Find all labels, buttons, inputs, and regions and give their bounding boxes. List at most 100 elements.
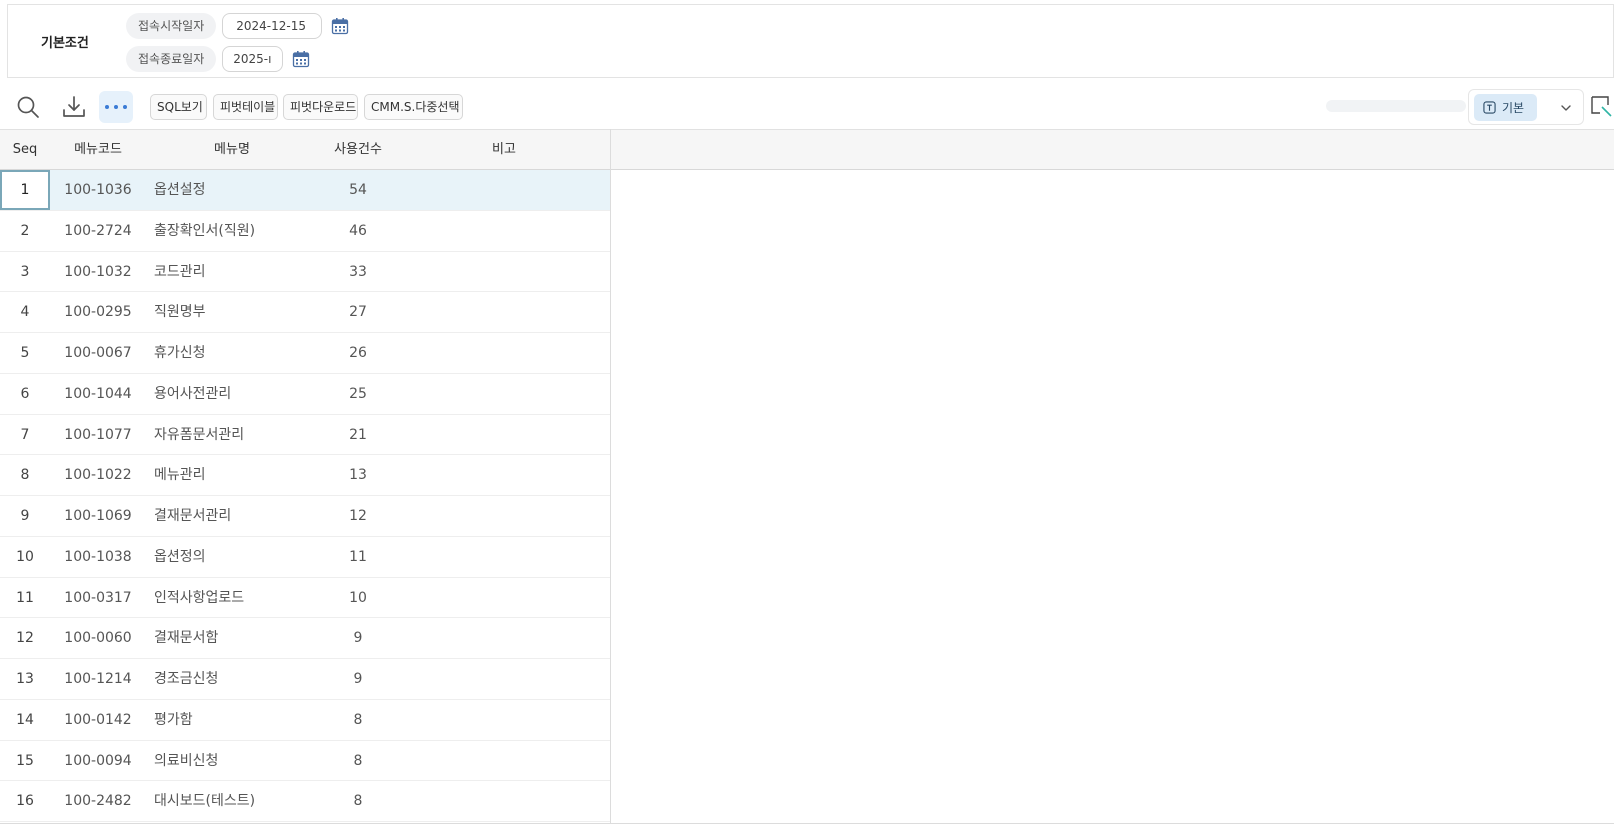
table-row[interactable]: 10 100-1038 옵션정의 11 [0,537,610,578]
cell-seq[interactable]: 16 [0,781,50,821]
cell-usage-count[interactable]: 9 [318,618,398,658]
cell-remarks[interactable] [398,496,610,536]
cell-menu-name[interactable]: 용어사전관리 [146,374,318,414]
table-row[interactable]: 5 100-0067 휴가신청 26 [0,333,610,374]
cell-menu-code[interactable]: 100-1038 [50,537,146,577]
select-area-icon[interactable] [1590,95,1612,117]
cell-usage-count[interactable]: 46 [318,211,398,251]
cell-menu-code[interactable]: 100-1069 [50,496,146,536]
cell-menu-code[interactable]: 100-0067 [50,333,146,373]
cell-menu-name[interactable]: 출장확인서(직원) [146,211,318,251]
cell-menu-name[interactable]: 메뉴관리 [146,455,318,495]
cell-seq[interactable]: 4 [0,292,50,332]
chevron-down-icon[interactable] [1559,101,1573,115]
cell-remarks[interactable] [398,659,610,699]
cell-menu-name[interactable]: 결재문서함 [146,618,318,658]
column-header-menu-name[interactable]: 메뉴명 [146,130,318,170]
cell-menu-code[interactable]: 100-0295 [50,292,146,332]
cell-menu-name[interactable]: 평가함 [146,700,318,740]
calendar-icon[interactable] [292,50,310,68]
column-header-seq[interactable]: Seq [0,130,50,170]
end-date-input[interactable]: 2025-ı [222,46,284,72]
cell-seq[interactable]: 9 [0,496,50,536]
sql-view-button[interactable]: SQL보기 [150,94,207,120]
cell-usage-count[interactable]: 26 [318,333,398,373]
cell-remarks[interactable] [398,252,610,292]
cell-menu-name[interactable]: 자유폼문서관리 [146,415,318,455]
cell-remarks[interactable] [398,211,610,251]
calendar-icon[interactable] [331,17,349,35]
cell-remarks[interactable] [398,618,610,658]
cell-remarks[interactable] [398,741,610,781]
cell-menu-code[interactable]: 100-1022 [50,455,146,495]
table-row[interactable]: 7 100-1077 자유폼문서관리 21 [0,415,610,456]
table-row[interactable]: 6 100-1044 용어사전관리 25 [0,374,610,415]
view-mode-select[interactable]: 기본 [1468,89,1584,125]
cell-remarks[interactable] [398,455,610,495]
cell-remarks[interactable] [398,578,610,618]
cell-usage-count[interactable]: 27 [318,292,398,332]
column-header-menu-code[interactable]: 메뉴코드 [50,130,146,170]
cell-menu-name[interactable]: 코드관리 [146,252,318,292]
cell-usage-count[interactable]: 8 [318,700,398,740]
table-row[interactable]: 3 100-1032 코드관리 33 [0,252,610,293]
cell-seq[interactable]: 12 [0,618,50,658]
cell-usage-count[interactable]: 13 [318,455,398,495]
cell-seq[interactable]: 13 [0,659,50,699]
cell-menu-code[interactable]: 100-1214 [50,659,146,699]
cell-menu-name[interactable]: 옵션설정 [146,170,318,210]
cell-menu-name[interactable]: 경조금신청 [146,659,318,699]
table-row[interactable]: 1 100-1036 옵션설정 54 [0,170,610,211]
cell-remarks[interactable] [398,333,610,373]
cell-remarks[interactable] [398,415,610,455]
cell-menu-code[interactable]: 100-2482 [50,781,146,821]
cell-menu-code[interactable]: 100-2724 [50,211,146,251]
cell-seq[interactable]: 15 [0,741,50,781]
table-row[interactable]: 12 100-0060 결재문서함 9 [0,618,610,659]
more-icon[interactable] [99,91,133,123]
cell-menu-code[interactable]: 100-0317 [50,578,146,618]
cell-remarks[interactable] [398,374,610,414]
cell-usage-count[interactable]: 54 [318,170,398,210]
table-row[interactable]: 4 100-0295 직원명부 27 [0,292,610,333]
cell-seq[interactable]: 10 [0,537,50,577]
cell-menu-name[interactable]: 휴가신청 [146,333,318,373]
table-row[interactable]: 9 100-1069 결재문서관리 12 [0,496,610,537]
table-row[interactable]: 14 100-0142 평가함 8 [0,700,610,741]
cell-menu-code[interactable]: 100-1032 [50,252,146,292]
cell-remarks[interactable] [398,700,610,740]
cell-menu-name[interactable]: 결재문서관리 [146,496,318,536]
cell-menu-code[interactable]: 100-0060 [50,618,146,658]
cell-seq[interactable]: 1 [0,170,50,210]
start-date-input[interactable]: 2024-12-15 [222,13,323,39]
cell-menu-code[interactable]: 100-1077 [50,415,146,455]
cell-usage-count[interactable]: 8 [318,781,398,821]
column-header-usage-count[interactable]: 사용건수 [318,130,398,170]
cell-menu-name[interactable]: 옵션정의 [146,537,318,577]
table-row[interactable]: 2 100-2724 출장확인서(직원) 46 [0,211,610,252]
cell-usage-count[interactable]: 9 [318,659,398,699]
cell-menu-code[interactable]: 100-1036 [50,170,146,210]
cell-menu-name[interactable]: 의료비신청 [146,741,318,781]
cell-usage-count[interactable]: 10 [318,578,398,618]
cell-usage-count[interactable]: 25 [318,374,398,414]
cell-seq[interactable]: 8 [0,455,50,495]
cell-usage-count[interactable]: 8 [318,741,398,781]
table-row[interactable]: 8 100-1022 메뉴관리 13 [0,455,610,496]
cell-seq[interactable]: 7 [0,415,50,455]
cell-seq[interactable]: 14 [0,700,50,740]
table-row[interactable]: 11 100-0317 인적사항업로드 10 [0,578,610,619]
cell-seq[interactable]: 3 [0,252,50,292]
cell-seq[interactable]: 5 [0,333,50,373]
download-icon[interactable] [56,90,92,124]
column-header-remarks[interactable]: 비고 [398,130,610,170]
cell-menu-code[interactable]: 100-0142 [50,700,146,740]
cell-usage-count[interactable]: 11 [318,537,398,577]
cell-menu-code[interactable]: 100-1044 [50,374,146,414]
cell-usage-count[interactable]: 21 [318,415,398,455]
cell-seq[interactable]: 11 [0,578,50,618]
cell-menu-name[interactable]: 인적사항업로드 [146,578,318,618]
cell-usage-count[interactable]: 33 [318,252,398,292]
table-row[interactable]: 15 100-0094 의료비신청 8 [0,741,610,782]
table-row[interactable]: 13 100-1214 경조금신청 9 [0,659,610,700]
